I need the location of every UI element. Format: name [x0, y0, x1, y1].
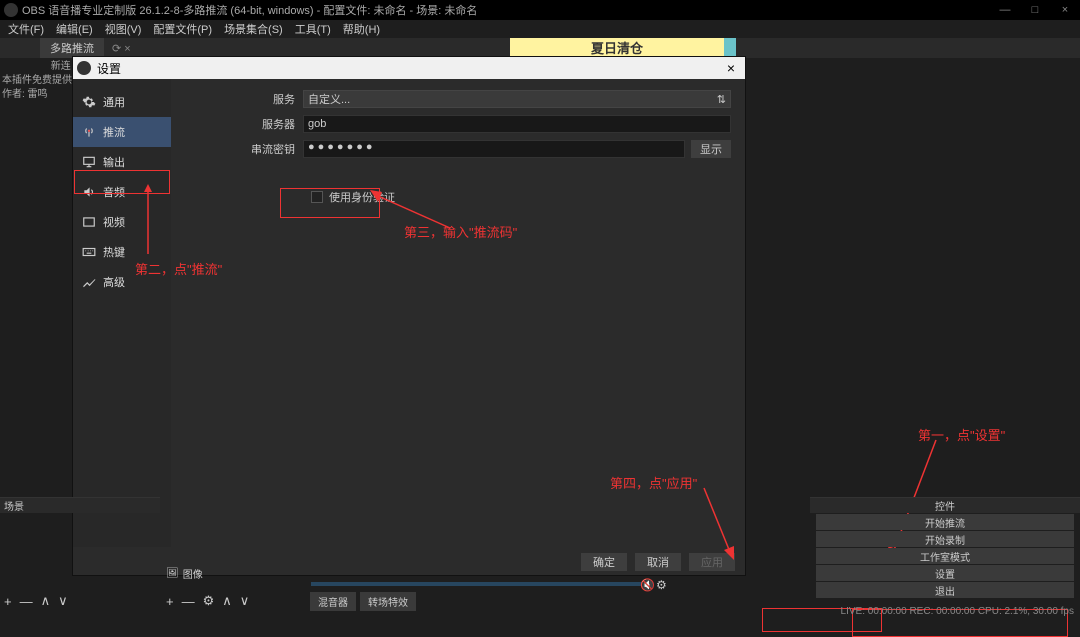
add-source-button[interactable]: + — [166, 594, 174, 609]
ad-banner: 夏日清仓 — [510, 38, 724, 56]
sidebar-item-video[interactable]: 视频 — [73, 207, 171, 237]
settings-content: 服务 自定义... ⇅ 服务器 串流密钥 ●●●●●●● 显示 使用身份验证 — [171, 79, 745, 547]
sidebar-item-label: 高级 — [103, 274, 125, 290]
dialog-titlebar: 设置 × — [73, 57, 745, 79]
minimize-button[interactable]: — — [990, 0, 1020, 20]
auth-checkbox[interactable] — [311, 191, 323, 203]
auth-label: 使用身份验证 — [329, 189, 395, 205]
controls-panel: 控件 开始推流 开始录制 工作室模式 设置 退出 — [810, 497, 1080, 599]
menu-scene-collection[interactable]: 场景集合(S) — [218, 21, 289, 37]
settings-dialog: 设置 × 通用 推流 输出 音频 视频 — [72, 56, 746, 576]
show-key-button[interactable]: 显示 — [691, 140, 731, 158]
sources-toolbar: + — ⚙ ∧ ∨ — [166, 592, 249, 610]
mixer-tabs: 混音器 转场特效 — [310, 592, 416, 611]
window-title: OBS 语音播专业定制版 26.1.2-8-多路推流 (64-bit, wind… — [22, 2, 990, 18]
sidebar-item-audio[interactable]: 音频 — [73, 177, 171, 207]
add-scene-button[interactable]: + — [4, 594, 12, 609]
server-input[interactable] — [303, 115, 731, 133]
keyboard-icon — [81, 244, 97, 260]
ok-button[interactable]: 确定 — [581, 553, 627, 571]
settings-sidebar: 通用 推流 输出 音频 视频 热键 — [73, 79, 171, 547]
apply-button[interactable]: 应用 — [689, 553, 735, 571]
menu-view[interactable]: 视图(V) — [99, 21, 148, 37]
window-titlebar: OBS 语音播专业定制版 26.1.2-8-多路推流 (64-bit, wind… — [0, 0, 1080, 20]
sidebar-item-label: 视频 — [103, 214, 125, 230]
menu-file[interactable]: 文件(F) — [2, 21, 50, 37]
source-up-button[interactable]: ∧ — [222, 593, 232, 609]
dialog-icon — [77, 61, 91, 75]
broadcast-icon — [81, 124, 97, 140]
status-bar: LIVE: 00:00:00 REC: 00:00:00 CPU: 2.1%, … — [841, 606, 1074, 617]
sidebar-item-label: 通用 — [103, 94, 125, 110]
move-up-button[interactable]: ∧ — [41, 593, 51, 609]
sidebar-item-advanced[interactable]: 高级 — [73, 267, 171, 297]
tools-icon — [81, 274, 97, 290]
monitor-icon — [81, 154, 97, 170]
menu-profile[interactable]: 配置文件(P) — [147, 21, 218, 37]
annotation-step1: 第一，点"设置" — [918, 425, 1005, 444]
plugin-note: 新连 本插件免费提供, 作者: 雷鸣 — [2, 60, 75, 102]
scenes-panel-header: 场景 — [0, 497, 160, 513]
image-icon: 🖼 — [166, 568, 179, 579]
tab-mixer[interactable]: 混音器 — [310, 592, 356, 611]
dock-tab-multistream[interactable]: 多路推流 — [40, 38, 104, 58]
sidebar-item-stream[interactable]: 推流 — [73, 117, 171, 147]
source-down-button[interactable]: ∨ — [240, 593, 250, 609]
scenes-toolbar: + — ∧ ∨ — [4, 592, 68, 610]
source-settings-button[interactable]: ⚙ — [203, 593, 215, 609]
sidebar-item-output[interactable]: 输出 — [73, 147, 171, 177]
speaker-icon — [81, 184, 97, 200]
audio-gear-icon[interactable]: ⚙ — [656, 578, 667, 592]
sidebar-item-label: 输出 — [103, 154, 125, 170]
maximize-button[interactable]: □ — [1020, 0, 1050, 20]
app-icon — [4, 3, 18, 17]
service-select[interactable]: 自定义... ⇅ — [303, 90, 731, 108]
menubar: 文件(F) 编辑(E) 视图(V) 配置文件(P) 场景集合(S) 工具(T) … — [0, 20, 1080, 38]
studio-mode-button[interactable]: 工作室模式 — [816, 548, 1074, 564]
tab-transitions[interactable]: 转场特效 — [360, 592, 416, 611]
start-streaming-button[interactable]: 开始推流 — [816, 514, 1074, 530]
controls-header: 控件 — [810, 497, 1080, 513]
remove-scene-button[interactable]: — — [20, 594, 33, 609]
dock-tab-controls[interactable]: ⟳ × — [108, 42, 135, 55]
auth-checkbox-row[interactable]: 使用身份验证 — [311, 189, 731, 205]
server-label: 服务器 — [185, 116, 303, 132]
sidebar-item-general[interactable]: 通用 — [73, 87, 171, 117]
stream-key-label: 串流密钥 — [185, 141, 303, 157]
settings-button[interactable]: 设置 — [816, 565, 1074, 581]
sidebar-item-label: 音频 — [103, 184, 125, 200]
dialog-close-button[interactable]: × — [721, 60, 741, 76]
menu-edit[interactable]: 编辑(E) — [50, 21, 99, 37]
audio-level-meter — [311, 582, 651, 586]
sidebar-item-label: 热键 — [103, 244, 125, 260]
sidebar-item-label: 推流 — [103, 124, 125, 140]
service-label: 服务 — [185, 91, 303, 107]
ad-banner-stripe — [724, 38, 736, 56]
source-item-image[interactable]: 🖼 图像 — [166, 566, 203, 581]
exit-button[interactable]: 退出 — [816, 582, 1074, 598]
close-button[interactable]: × — [1050, 0, 1080, 20]
move-down-button[interactable]: ∨ — [58, 593, 68, 609]
chevron-updown-icon: ⇅ — [717, 93, 726, 106]
mute-icon[interactable]: 🔇 — [640, 578, 655, 592]
cancel-button[interactable]: 取消 — [635, 553, 681, 571]
remove-source-button[interactable]: — — [182, 594, 195, 609]
menu-help[interactable]: 帮助(H) — [337, 21, 386, 37]
gear-icon — [81, 94, 97, 110]
video-icon — [81, 214, 97, 230]
start-recording-button[interactable]: 开始录制 — [816, 531, 1074, 547]
sidebar-item-hotkeys[interactable]: 热键 — [73, 237, 171, 267]
menu-tools[interactable]: 工具(T) — [289, 21, 337, 37]
dialog-title: 设置 — [97, 60, 721, 77]
stream-key-input[interactable]: ●●●●●●● — [303, 140, 685, 158]
